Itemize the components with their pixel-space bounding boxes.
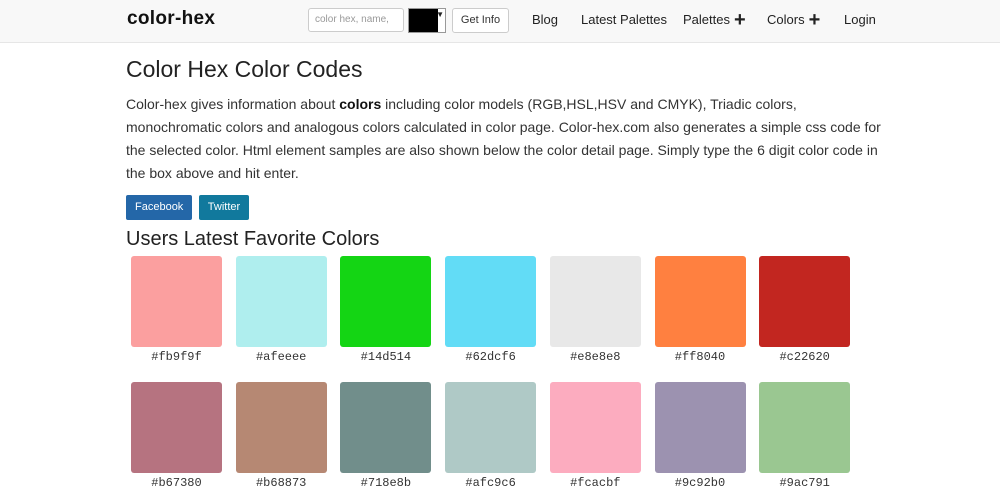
dropdown-arrow-icon: ▼ [436, 10, 444, 19]
color-search-input[interactable]: color hex, name, [308, 8, 404, 32]
color-swatch[interactable] [445, 382, 537, 473]
nav-link-label: Latest Palettes [581, 12, 667, 27]
color-hex-code[interactable]: #9ac791 [759, 476, 850, 490]
color-tile[interactable]: #718e8b [340, 382, 432, 490]
brand-logo[interactable]: color-hex [127, 8, 215, 30]
color-tile[interactable]: #b67380 [131, 382, 222, 490]
color-tile[interactable]: #afc9c6 [445, 382, 537, 490]
color-tile[interactable]: #9c92b0 [654, 382, 746, 490]
color-swatch[interactable] [549, 256, 641, 347]
color-swatch[interactable] [131, 256, 222, 347]
color-hex-code[interactable]: #fcacbf [550, 476, 641, 490]
color-tile[interactable]: #c22620 [759, 256, 851, 364]
color-tile[interactable]: #ff8040 [654, 256, 746, 364]
nav-link-blog[interactable]: Blog [532, 12, 558, 27]
color-hex-code[interactable]: #14d514 [340, 350, 431, 364]
color-hex-code[interactable]: #afeeee [236, 350, 327, 364]
color-picker-swatch [409, 9, 438, 32]
color-hex-code[interactable]: #afc9c6 [445, 476, 536, 490]
color-tile[interactable]: #14d514 [340, 256, 432, 364]
color-tile[interactable]: #62dcf6 [445, 256, 537, 364]
color-swatch[interactable] [759, 382, 851, 473]
color-swatch[interactable] [340, 256, 432, 347]
color-swatch[interactable] [654, 256, 746, 347]
color-swatch[interactable] [340, 382, 432, 473]
color-hex-code[interactable]: #fb9f9f [131, 350, 222, 364]
section-title: Users Latest Favorite Colors [126, 228, 380, 250]
color-hex-code[interactable]: #e8e8e8 [550, 350, 641, 364]
color-tile[interactable]: #e8e8e8 [549, 256, 641, 364]
nav-link-label: Login [844, 12, 876, 27]
color-swatch[interactable] [235, 256, 327, 347]
nav-link-palettes[interactable]: Palettes + [683, 10, 746, 30]
twitter-button[interactable]: Twitter [198, 195, 250, 220]
color-picker[interactable]: ▼ [408, 8, 446, 33]
nav-link-colors[interactable]: Colors + [767, 10, 820, 30]
nav-link-label: Palettes [683, 12, 730, 27]
plus-icon: + [808, 9, 821, 31]
color-tile[interactable]: #9ac791 [759, 382, 851, 490]
color-hex-code[interactable]: #9c92b0 [655, 476, 746, 490]
nav-link-latest-palettes[interactable]: Latest Palettes [581, 12, 667, 27]
page-title: Color Hex Color Codes [126, 56, 363, 82]
color-tile[interactable]: #fb9f9f [131, 256, 222, 364]
color-hex-code[interactable]: #718e8b [340, 476, 431, 490]
color-hex-code[interactable]: #c22620 [759, 350, 850, 364]
color-hex-code[interactable]: #b67380 [131, 476, 222, 490]
intro-colors-link[interactable]: colors [339, 96, 381, 112]
color-swatch[interactable] [549, 382, 641, 473]
color-swatch[interactable] [131, 382, 222, 473]
color-swatch[interactable] [235, 382, 327, 473]
color-hex-code[interactable]: #b68873 [236, 476, 327, 490]
plus-icon: + [733, 9, 746, 31]
facebook-button[interactable]: Facebook [126, 195, 193, 220]
social-buttons: Facebook Twitter [126, 195, 896, 220]
color-hex-code[interactable]: #ff8040 [655, 350, 746, 364]
color-tile[interactable]: #afeeee [235, 256, 327, 364]
color-swatch[interactable] [445, 256, 537, 347]
navbar: color-hex color hex, name, ▼ Get Info Bl… [0, 0, 1000, 43]
get-info-button[interactable]: Get Info [452, 8, 509, 33]
intro-paragraph: Color-hex gives information about colors… [126, 93, 896, 185]
nav-link-label: Blog [532, 12, 559, 27]
intro-text-pre: Color-hex gives information about [126, 96, 340, 112]
main-content: Color Hex Color Codes Color-hex gives in… [126, 56, 896, 251]
nav-link-label: Colors [767, 12, 805, 27]
color-swatch[interactable] [759, 256, 851, 347]
color-tile[interactable]: #b68873 [235, 382, 327, 490]
color-hex-code[interactable]: #62dcf6 [445, 350, 536, 364]
nav-link-login[interactable]: Login [844, 12, 876, 27]
color-tile[interactable]: #fcacbf [549, 382, 641, 490]
color-swatch[interactable] [654, 382, 746, 473]
